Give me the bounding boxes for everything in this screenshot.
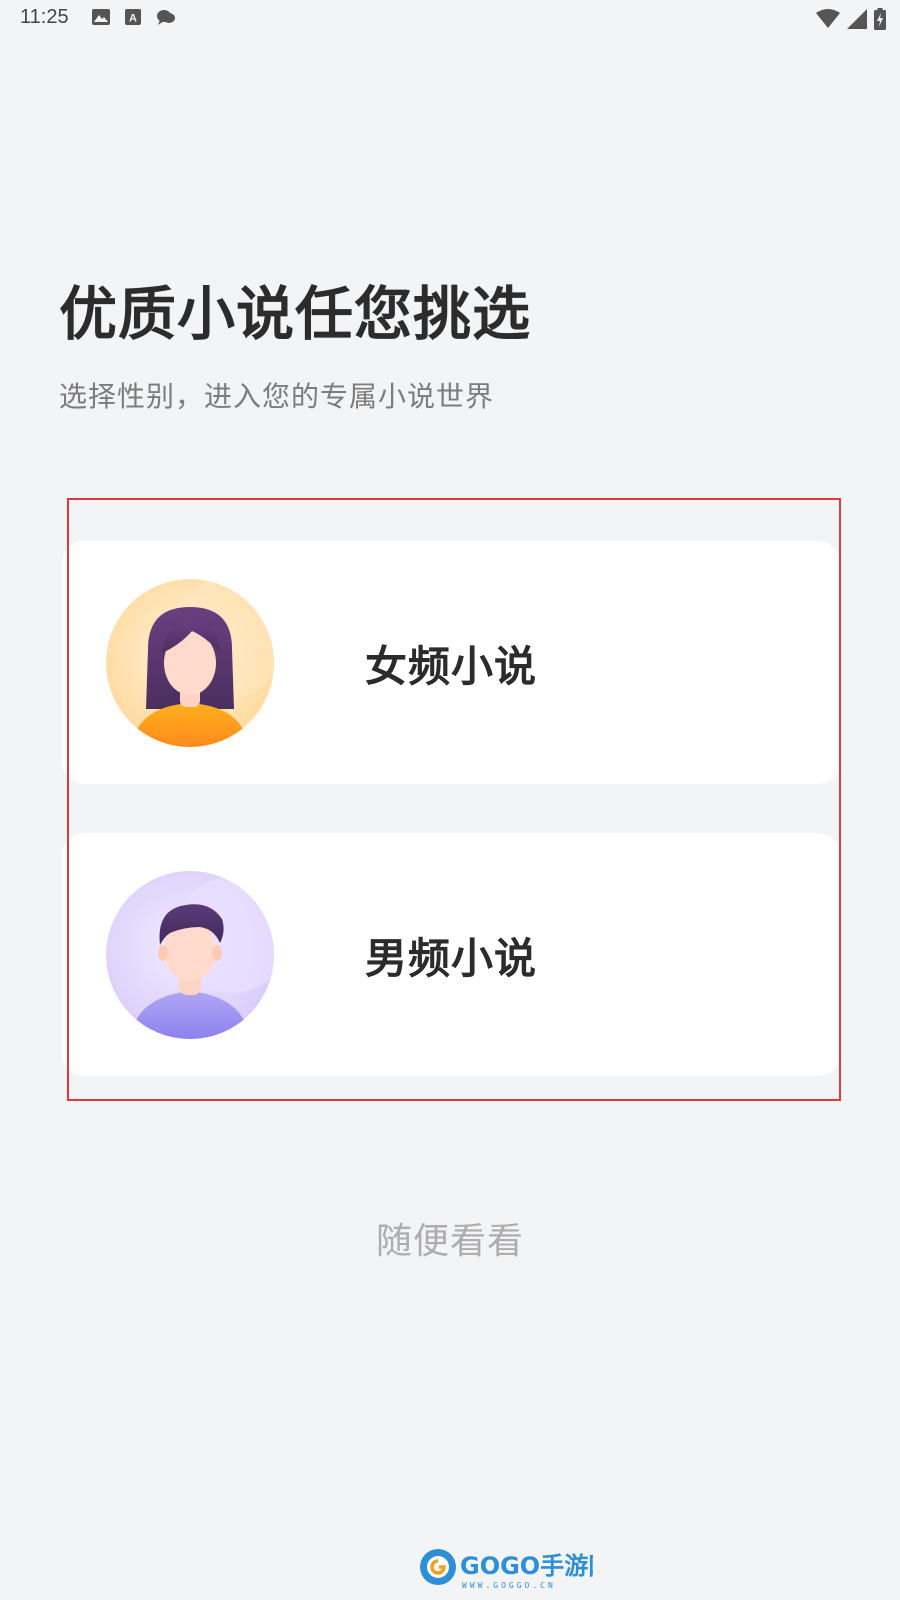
- status-bar: 11:25 A: [0, 0, 900, 36]
- male-avatar-icon: [106, 871, 274, 1039]
- svg-text:GOGO手游网: GOGO手游网: [460, 1552, 593, 1580]
- status-time: 11:25: [20, 6, 69, 28]
- status-system-icons: [816, 8, 886, 30]
- female-novel-option[interactable]: 女频小说: [62, 541, 840, 784]
- male-novel-label: 男频小说: [365, 934, 538, 983]
- text-a-icon: A: [125, 9, 141, 25]
- female-avatar-icon: [106, 579, 274, 747]
- wifi-icon: [816, 9, 840, 29]
- chat-icon: [156, 9, 176, 25]
- page-subtitle: 选择性别，进入您的专属小说世界: [59, 380, 495, 413]
- page-title: 优质小说任您挑选: [59, 280, 532, 348]
- svg-text:WWW.GOGGO.CN: WWW.GOGGO.CN: [462, 1581, 556, 1590]
- female-novel-label: 女频小说: [365, 642, 538, 691]
- gender-selection-screen: 11:25 A 优质小说任您挑选 选择性别，进入您的专属小说世界 女频小说 男频…: [0, 0, 900, 1600]
- svg-text:A: A: [129, 13, 137, 25]
- browse-casually-link[interactable]: 随便看看: [0, 1212, 900, 1264]
- status-notification-icons: A: [92, 9, 176, 25]
- gogo-watermark-logo: GOGO手游网 WWW.GOGGO.CN: [418, 1547, 593, 1591]
- signal-icon: [847, 9, 867, 29]
- battery-charging-icon: [874, 8, 886, 30]
- male-novel-option[interactable]: 男频小说: [62, 833, 840, 1076]
- image-icon: [92, 9, 110, 25]
